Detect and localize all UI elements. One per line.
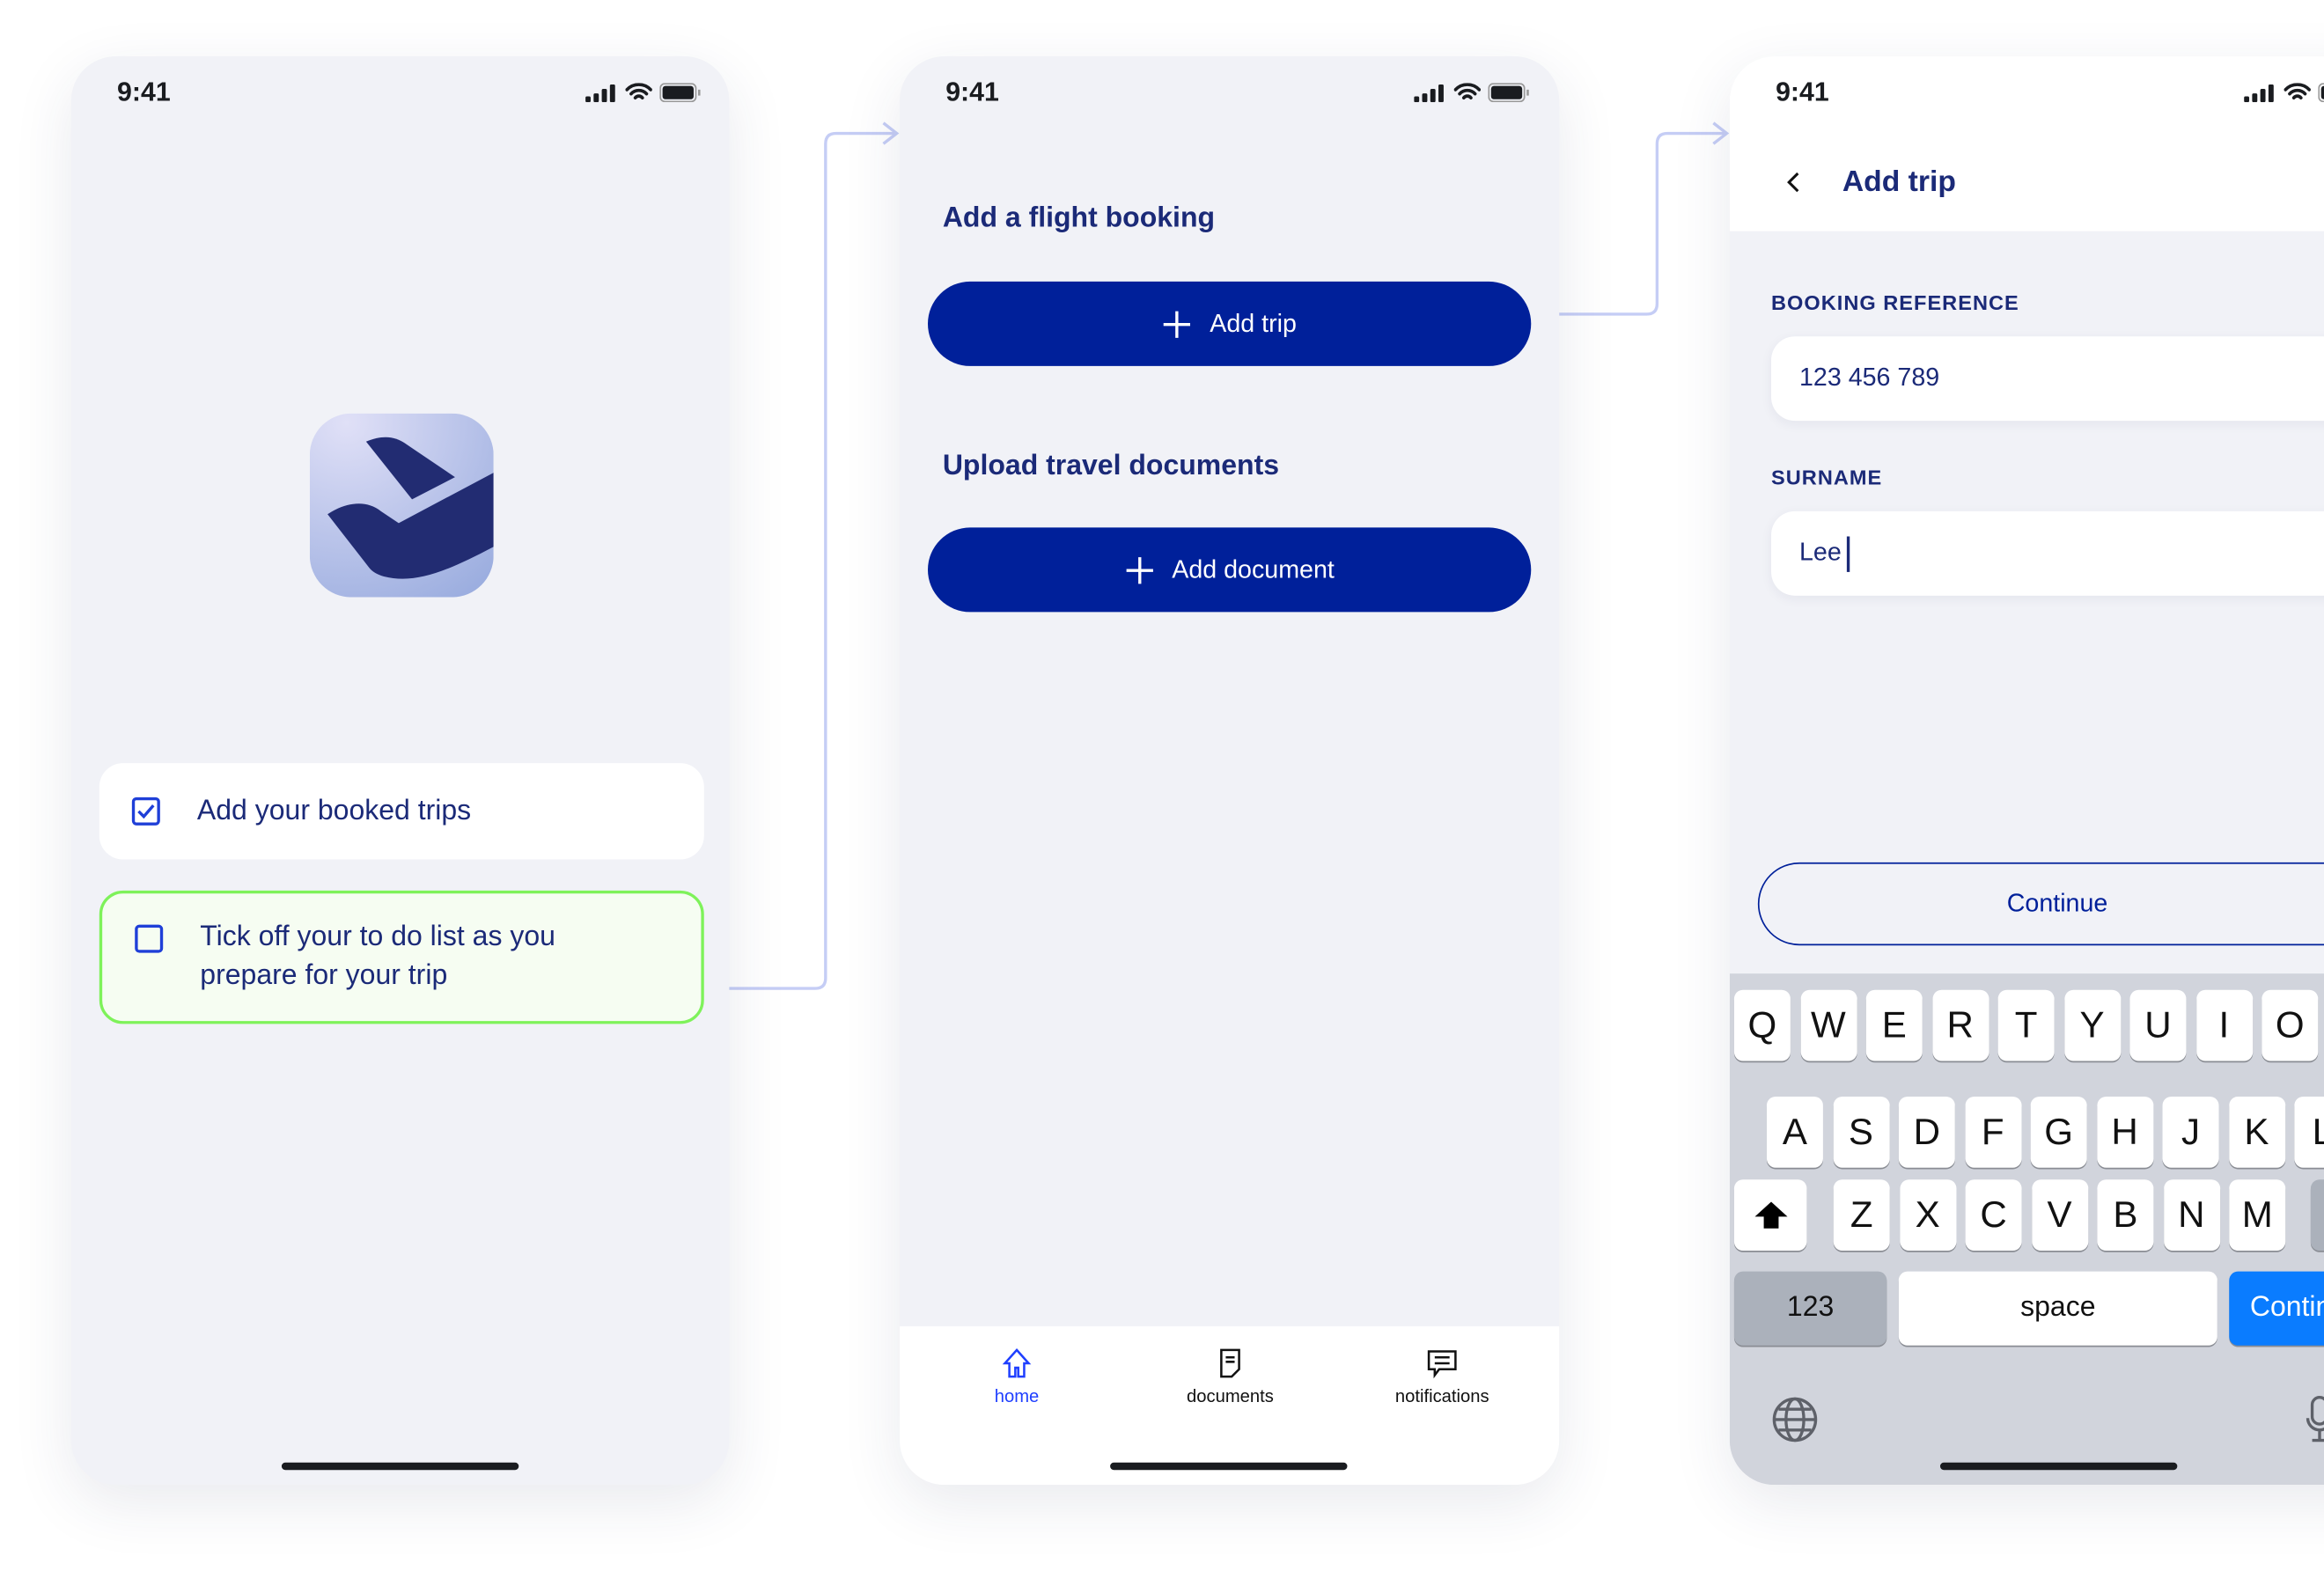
tab-home[interactable]: home [913,1347,1121,1406]
key-b[interactable]: B [2097,1179,2154,1252]
battery-icon [1488,83,1529,103]
key-m[interactable]: M [2229,1179,2286,1252]
plus-icon [1126,556,1153,584]
key-f[interactable]: F [1964,1096,2021,1168]
add-trip-label: Add trip [1210,309,1297,338]
key-a[interactable]: A [1766,1096,1823,1168]
surname-label: SURNAME [1771,465,1883,489]
signal-icon [2244,84,2274,102]
keyboard: QWERTYUIO ASDFGHJKL ZXCVBNM 123 space Cont… [1729,973,2324,1486]
surname-value: Lee [1799,538,1842,567]
home-icon [1002,1347,1032,1378]
status-time: 9:41 [117,77,171,107]
todo-label: Add your booked trips [196,796,472,827]
todo-item-add-trips[interactable]: Add your booked trips [99,763,704,860]
key-g[interactable]: G [2030,1096,2087,1168]
add-trip-button[interactable]: Add trip [927,281,1532,366]
surname-input[interactable]: Lee [1771,510,2324,596]
key-u[interactable]: U [2129,989,2187,1061]
plus-icon [1164,310,1191,338]
key-q[interactable]: Q [1733,989,1791,1061]
wifi-icon [625,83,652,99]
page-title: Add trip [1842,165,1956,199]
key-n[interactable]: N [2163,1179,2220,1252]
booking-reference-label: BOOKING REFERENCE [1771,290,2019,314]
key-o[interactable]: O [2261,989,2319,1061]
status-time: 9:41 [945,77,999,107]
home-indicator [281,1462,519,1471]
add-document-label: Add document [1172,554,1335,584]
key-h[interactable]: H [2096,1096,2153,1168]
key-d[interactable]: D [1898,1096,1955,1168]
status-icons [1414,83,1529,103]
tab-documents[interactable]: documents [1127,1347,1335,1406]
add-document-button[interactable]: Add document [927,527,1532,613]
text-cursor [1846,536,1850,572]
tab-label: home [994,1385,1040,1406]
todo-label-line1: Tick off your to do list as you [200,921,555,953]
key-y[interactable]: Y [2063,989,2121,1061]
back-chevron-icon[interactable] [1783,171,1804,195]
section-heading-flight: Add a flight booking [942,202,1216,235]
numbers-key[interactable]: 123 [1733,1271,1887,1346]
key-e[interactable]: E [1865,989,1923,1061]
tab-bar: home documents notifications [900,1325,1560,1486]
home-indicator [1939,1462,2178,1471]
key-r[interactable]: R [1931,989,1989,1061]
continue-label: Continue [2006,889,2108,918]
key-w[interactable]: W [1799,989,1857,1061]
space-key[interactable]: space [1898,1271,2217,1346]
status-time: 9:41 [1776,77,1829,107]
todo-item-checklist-highlighted[interactable]: Tick off your to do list as you prepare f… [99,890,704,1024]
document-icon [1220,1348,1240,1378]
battery-icon [659,83,701,103]
app-logo [309,413,494,598]
phone-screen-home: 9:41 Add a flight booking Add trip Uploa… [900,55,1560,1486]
battery-icon [2318,83,2324,103]
key-c[interactable]: C [1965,1179,2022,1252]
continue-button[interactable]: Continue [1757,862,2324,946]
key-j[interactable]: J [2162,1096,2219,1168]
key-s[interactable]: S [1832,1096,1889,1168]
section-heading-documents: Upload travel documents [942,450,1280,482]
globe-icon[interactable] [1771,1396,1819,1443]
tab-label: documents [1187,1385,1274,1406]
status-icons [585,83,701,103]
shift-arrow-icon [1754,1201,1787,1229]
todo-label-line2: prepare for your trip [200,960,448,992]
signal-icon [585,84,615,102]
key-i[interactable]: I [2195,989,2253,1061]
phone-screen-add-trip: 9:41 Add trip BOOKING REFERENCE 123 456 … [1729,55,2324,1486]
checkbox-unchecked[interactable] [135,924,164,953]
home-indicator [1110,1462,1348,1471]
tab-notifications[interactable]: notifications [1338,1347,1546,1406]
key-z[interactable]: Z [1833,1179,1890,1252]
phone-screen-onboarding: 9:41 Add your booked trips Tick off your… [70,55,730,1486]
booking-reference-input[interactable]: 123 456 789 [1771,336,2324,422]
key-k[interactable]: K [2228,1096,2285,1168]
wifi-icon [1453,83,1482,99]
microphone-icon[interactable] [2305,1394,2324,1444]
key-t[interactable]: T [1997,989,2055,1061]
shift-key[interactable] [1733,1179,1807,1252]
booking-reference-value: 123 456 789 [1799,363,1940,392]
status-icons [2244,83,2324,103]
todo-label: Tick off your to do list as you prepare f… [200,919,555,996]
return-key[interactable]: Continue [2229,1271,2324,1346]
checkbox-checked[interactable] [131,797,160,826]
tab-label: notifications [1394,1385,1489,1406]
backspace-key[interactable] [2310,1179,2324,1252]
signal-icon [1414,84,1444,102]
key-l[interactable]: L [2294,1096,2324,1168]
checkmark-icon [137,804,155,819]
wifi-icon [2284,83,2311,99]
key-v[interactable]: V [2031,1179,2088,1252]
chat-bubble-icon [1427,1350,1457,1379]
key-x[interactable]: X [1899,1179,1956,1252]
